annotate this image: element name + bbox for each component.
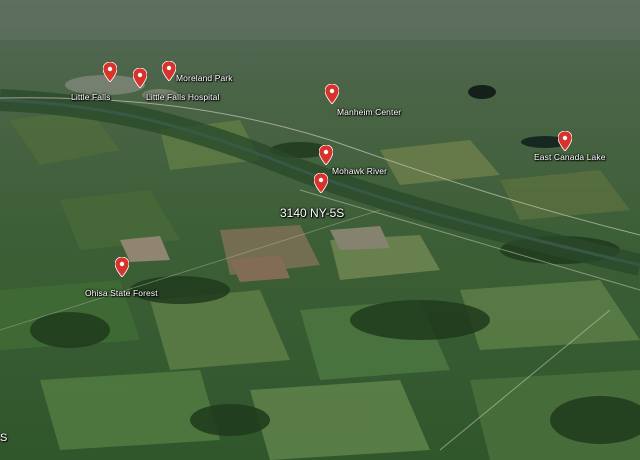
address-label: 3140 NY-5S xyxy=(280,206,345,220)
place-label: Ohisa State Forest xyxy=(85,288,158,298)
map-pin-icon[interactable] xyxy=(103,62,117,82)
place-label: Moreland Park xyxy=(176,73,233,83)
map-pin-icon[interactable] xyxy=(325,84,339,104)
map-pin-icon[interactable] xyxy=(319,145,333,165)
map-pin-icon[interactable] xyxy=(162,61,176,81)
place-label: Little Falls xyxy=(71,92,111,102)
edge-text: S xyxy=(0,432,8,444)
map-view[interactable]: Little Falls Little Falls Hospital Morel… xyxy=(0,0,640,460)
place-label: East Canada Lake xyxy=(534,152,606,162)
map-pin-icon[interactable] xyxy=(115,257,129,277)
place-label: Mohawk River xyxy=(332,166,388,176)
map-pin-icon[interactable] xyxy=(558,131,572,151)
place-label: Manheim Center xyxy=(337,107,402,117)
place-label: Little Falls Hospital xyxy=(146,92,220,102)
address-pin-icon[interactable] xyxy=(314,173,328,193)
map-pin-icon[interactable] xyxy=(133,68,147,88)
satellite-terrain xyxy=(0,0,640,460)
